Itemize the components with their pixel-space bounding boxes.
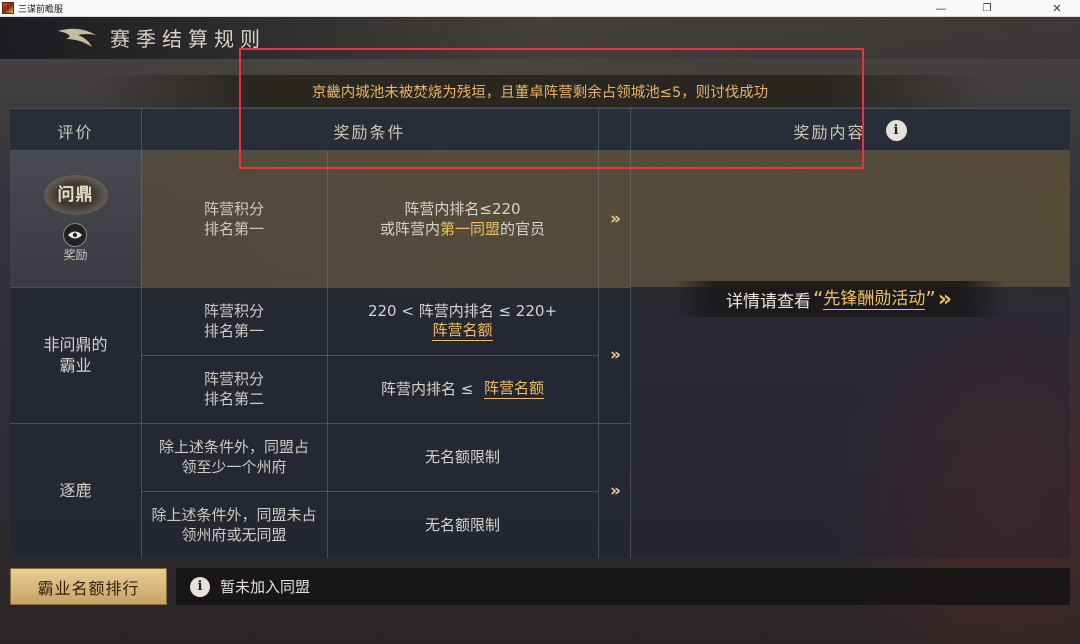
wending-official-line: 或阵营内第一同盟的官员 [380,219,545,239]
reward-eye-button[interactable]: 奖励 [63,223,88,263]
camp-quota-link[interactable]: 阵营名额 [484,379,545,399]
reward-detail-link[interactable]: 详情请查看 “ 先锋酬勋活动 ” » [674,281,1004,317]
double-chevron-icon: » [937,286,952,312]
reward-area-bg [630,287,1070,558]
header-rating: 评价 [57,122,94,142]
rank-cell-zhulu: 逐鹿 [59,481,92,500]
zhulu1-quota: 无名额限制 [424,448,500,466]
first-alliance-highlight: 第一同盟 [439,220,500,238]
wending-condition-score: 阵营积分 排名第一 [203,200,264,238]
game-stage: 赛季结算规则 京畿内城池未被焚烧为残垣，且董卓阵营剩余占领城池≤5，则讨伐成功 … [0,17,1080,644]
alliance-status-text: 暂未加入同盟 [220,578,311,596]
settlement-table: 评价 奖励条件 奖励内容 i 问鼎 奖励 阵营积分 排名第一 阵营内排名≤220… [10,108,1070,558]
baye2-rank-text: 阵营内排名 ≤ [380,380,479,398]
baye2-condition-score: 阵营积分 排名第二 [203,370,264,408]
app-icon [2,2,14,14]
wending-condition-rank: 阵营内排名≤220 或阵营内第一同盟的官员 [327,151,598,287]
baye-expand-arrow[interactable]: » [598,287,630,423]
vanguard-activity-link[interactable]: 先锋酬勋活动 [823,289,926,310]
window-titlebar: 三谋前瞻服 — ❐ ✕ [0,0,1080,17]
info-icon[interactable]: i [190,576,210,597]
wending-expand-arrow[interactable]: » [598,151,630,287]
baye1-rank-line: 220 < 阵营内排名 ≤ 220+ [367,302,558,320]
alliance-status-bar: i 暂未加入同盟 [176,568,1070,605]
reward-tag: 奖励 [63,248,88,262]
minimize-button[interactable]: — [918,0,964,17]
wending-rank-line: 阵营内排名≤220 [404,200,521,218]
reward-detail-prefix: 详情请查看 [726,291,812,312]
highlight-annotation-box [239,48,864,169]
rank-cell-wending: 问鼎 奖励 [10,151,141,287]
quota-ranking-button[interactable]: 霸业名额排行 [10,568,167,605]
maximize-button[interactable]: ❐ [964,0,1010,17]
window-title: 三谋前瞻服 [18,4,64,15]
wending-label: 问鼎 [57,184,94,205]
zhulu2-quota: 无名额限制 [424,515,500,534]
rank-cell-baye: 非问鼎的 霸业 [43,335,108,375]
grid-line [630,108,631,558]
baye2-condition-rank: 阵营内排名 ≤ 阵营名额 [327,355,598,423]
zhulu2-condition: 除上述条件外，同盟未占 领州府或无同盟 [151,505,317,544]
close-quote: ” [925,287,936,311]
reward-info-icon[interactable]: i [885,120,907,141]
baye1-condition-score: 阵营积分 排名第一 [203,302,264,340]
camp-quota-link[interactable]: 阵营名额 [432,321,493,341]
zhulu-expand-arrow[interactable]: » [598,423,630,558]
zhulu1-condition: 除上述条件外，同盟占 领至少一个州府 [158,438,309,476]
close-button[interactable]: ✕ [1034,0,1080,17]
open-quote: “ [813,287,824,311]
wending-official-suffix: 的官员 [500,220,546,238]
eye-icon [63,223,88,247]
back-emblem-icon[interactable] [56,27,100,49]
baye1-condition-rank: 220 < 阵营内排名 ≤ 220+ 阵营名额 [327,287,598,355]
wending-official-prefix: 或阵营内 [379,220,440,238]
wending-emblem: 问鼎 [43,175,108,215]
